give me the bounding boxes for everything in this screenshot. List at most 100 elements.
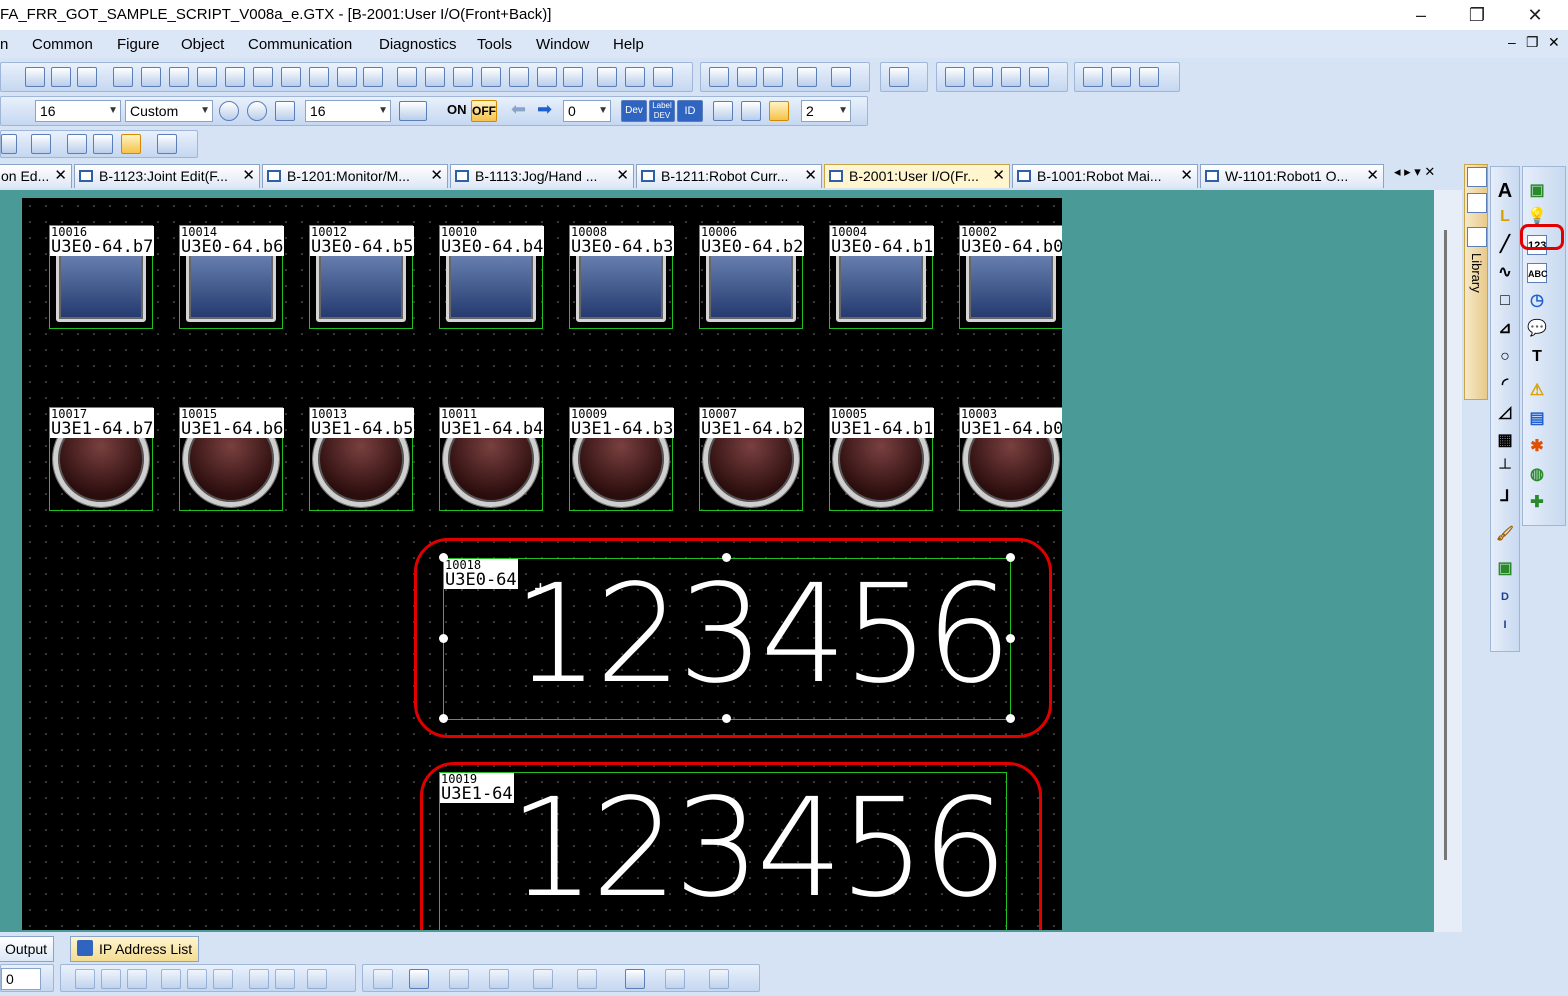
rectangle-icon[interactable]: □ bbox=[1495, 291, 1515, 311]
check-icon[interactable] bbox=[363, 67, 383, 87]
dev-list-icon[interactable] bbox=[625, 67, 645, 87]
arrow-left-icon[interactable]: ⬅ bbox=[511, 99, 526, 120]
align-left-icon[interactable] bbox=[75, 969, 95, 989]
minimize-button[interactable]: – bbox=[1398, 0, 1444, 30]
text-style-icon[interactable] bbox=[709, 969, 729, 989]
line-freeform-icon[interactable]: L bbox=[1495, 207, 1515, 227]
delete-icon[interactable] bbox=[763, 67, 783, 87]
line-color-icon[interactable] bbox=[449, 969, 469, 989]
slider-icon[interactable]: ✚ bbox=[1527, 493, 1547, 513]
fit-screen-icon[interactable] bbox=[275, 101, 295, 121]
dev-button[interactable]: Dev bbox=[621, 100, 647, 122]
zoom-in-icon[interactable] bbox=[219, 101, 239, 121]
screen-icon[interactable] bbox=[25, 67, 45, 87]
snap-icon[interactable] bbox=[481, 67, 501, 87]
menu-tools[interactable]: Tools bbox=[477, 36, 512, 53]
w-icon[interactable] bbox=[1, 134, 17, 154]
bit-lamp-square[interactable]: 10006 U3E0-64.b2 bbox=[699, 225, 805, 329]
bit-lamp-square[interactable]: 10014 U3E0-64.b6 bbox=[179, 225, 285, 329]
menu-communication[interactable]: Communication bbox=[248, 36, 352, 53]
maximize-button[interactable]: ❐ bbox=[1454, 0, 1500, 30]
tab-window[interactable]: W-1101:Robot1 O... ✕ bbox=[1200, 164, 1384, 188]
bit-lamp-round[interactable]: 10017 U3E1-64.b7 bbox=[49, 407, 155, 511]
bit-lamp-round[interactable]: 10015 U3E1-64.b6 bbox=[179, 407, 285, 511]
font-size-combo[interactable]: 16 ▼ bbox=[35, 100, 121, 122]
scrollbar-thumb[interactable] bbox=[1444, 230, 1447, 860]
ip-icon[interactable] bbox=[169, 67, 189, 87]
search-disabled-icon[interactable] bbox=[945, 67, 965, 87]
close-icon[interactable]: ✕ bbox=[54, 165, 67, 187]
bit-lamp-square[interactable]: 10010 U3E0-64.b4 bbox=[439, 225, 545, 329]
library-icon[interactable] bbox=[1467, 227, 1487, 247]
polyline-icon[interactable]: ∿ bbox=[1495, 263, 1515, 283]
table-icon[interactable]: ▦ bbox=[1495, 431, 1515, 451]
tab-screen[interactable]: B-1211:Robot Curr... ✕ bbox=[636, 164, 822, 188]
historical-icon[interactable]: ▤ bbox=[1527, 409, 1547, 429]
arc-icon[interactable]: ◜ bbox=[1495, 375, 1515, 395]
bit-lamp-round[interactable]: 10005 U3E1-64.b1 bbox=[829, 407, 935, 511]
menu-window[interactable]: Window bbox=[536, 36, 589, 53]
line-width-icon[interactable] bbox=[409, 969, 429, 989]
sector-icon[interactable]: ◿ bbox=[1495, 403, 1515, 423]
align-right-icon[interactable] bbox=[127, 969, 147, 989]
alarm-icon[interactable]: ⚠ bbox=[1527, 381, 1547, 401]
device-icon[interactable] bbox=[281, 67, 301, 87]
close-icon[interactable]: ✕ bbox=[430, 165, 443, 187]
group-icon[interactable] bbox=[397, 67, 417, 87]
zoom-out-icon[interactable] bbox=[247, 101, 267, 121]
screen-editor[interactable]: 10016 U3E0-64.b7 10014 U3E0-64.b6 10012 U3E… bbox=[0, 190, 1462, 932]
clock-icon[interactable]: ◷ bbox=[1527, 291, 1547, 311]
text-icon[interactable]: A bbox=[1495, 181, 1515, 201]
close-icon[interactable]: ✕ bbox=[1366, 165, 1379, 187]
iges-icon[interactable]: I bbox=[1495, 615, 1515, 635]
screen-open-icon[interactable] bbox=[51, 67, 71, 87]
on-toggle[interactable]: ON bbox=[447, 102, 467, 117]
menu-diagnostics[interactable]: Diagnostics bbox=[379, 36, 457, 53]
ungroup-icon[interactable] bbox=[425, 67, 445, 87]
color-icon[interactable] bbox=[537, 67, 557, 87]
distribute-h-icon[interactable] bbox=[249, 969, 269, 989]
scale-icon[interactable]: ┴ bbox=[1495, 459, 1515, 479]
step-combo[interactable]: 0 ▼ bbox=[563, 100, 611, 122]
menu-project[interactable]: n bbox=[0, 36, 8, 53]
line-icon[interactable]: ╱ bbox=[1495, 235, 1515, 255]
comment-icon[interactable] bbox=[337, 67, 357, 87]
piping-icon[interactable]: ⅃ bbox=[1495, 487, 1515, 507]
tab-screen[interactable]: B-1123:Joint Edit(F... ✕ bbox=[74, 164, 260, 188]
switch-icon[interactable]: ▣ bbox=[1527, 181, 1547, 201]
tab-screen[interactable]: on Ed... ✕ bbox=[0, 164, 72, 188]
distribute-v-icon[interactable] bbox=[275, 969, 295, 989]
layer-back-icon[interactable] bbox=[713, 101, 733, 121]
vertical-scrollbar[interactable] bbox=[1434, 190, 1462, 932]
align-bottom-icon[interactable] bbox=[213, 969, 233, 989]
data-list-icon[interactable] bbox=[309, 67, 329, 87]
data-transfer-icon[interactable] bbox=[253, 67, 273, 87]
mdi-restore-button[interactable]: ❐ bbox=[1526, 34, 1539, 51]
refresh-icon[interactable] bbox=[973, 67, 993, 87]
close-icon[interactable]: ✕ bbox=[992, 165, 1005, 187]
select-object-icon[interactable] bbox=[121, 134, 141, 154]
replace-icon[interactable] bbox=[563, 67, 583, 87]
spin-box[interactable]: 0 bbox=[1, 968, 41, 990]
align-middle-icon[interactable] bbox=[187, 969, 207, 989]
layer-combo[interactable]: 2 ▼ bbox=[801, 100, 851, 122]
dxf-icon[interactable]: D bbox=[1495, 587, 1515, 607]
network-icon[interactable] bbox=[831, 67, 851, 87]
line-style-icon[interactable] bbox=[373, 969, 393, 989]
tab-ip-address-list[interactable]: IP Address List bbox=[70, 936, 200, 962]
library-dock-tab[interactable]: Library bbox=[1464, 164, 1488, 400]
align-icon[interactable] bbox=[509, 67, 529, 87]
close-icon[interactable]: ✕ bbox=[242, 165, 255, 187]
menu-common[interactable]: Common bbox=[32, 36, 93, 53]
parts-display-icon[interactable]: T bbox=[1527, 347, 1547, 367]
import-icon[interactable] bbox=[709, 67, 729, 87]
mdi-minimize-button[interactable]: – bbox=[1508, 34, 1516, 50]
selection-mode-icon[interactable] bbox=[157, 134, 177, 154]
bit-lamp-square[interactable]: 10008 U3E0-64.b3 bbox=[569, 225, 675, 329]
pattern-icon[interactable] bbox=[533, 969, 553, 989]
layer-both-icon[interactable] bbox=[769, 101, 789, 121]
bit-lamp-square[interactable]: 10016 U3E0-64.b7 bbox=[49, 225, 155, 329]
transfer-icon[interactable] bbox=[797, 67, 817, 87]
dev-panel-icon[interactable] bbox=[1467, 167, 1487, 187]
text-size-icon[interactable] bbox=[665, 969, 685, 989]
